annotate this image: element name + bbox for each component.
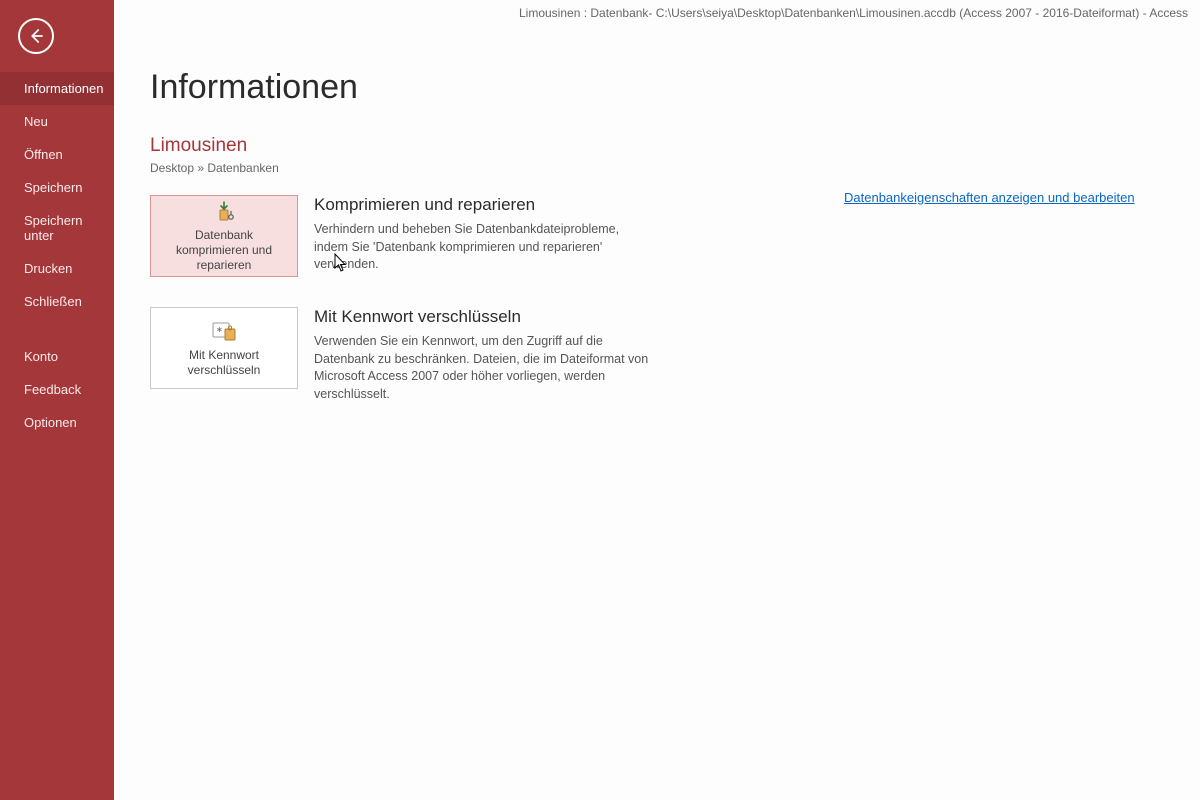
- sidebar-item-label: Drucken: [24, 261, 72, 276]
- sidebar-item-label: Feedback: [24, 382, 81, 397]
- back-arrow-icon: [27, 27, 45, 45]
- breadcrumb: Desktop » Datenbanken: [150, 161, 1200, 175]
- sidebar-item-label: Speichern: [24, 180, 83, 195]
- sidebar-item-konto[interactable]: Konto: [0, 340, 114, 373]
- page-title: Informationen: [150, 68, 1200, 107]
- backstage-sidebar: Informationen Neu Öffnen Speichern Speic…: [0, 0, 114, 800]
- compact-repair-button[interactable]: Datenbank komprimieren und reparieren: [150, 195, 298, 277]
- sidebar-item-oeffnen[interactable]: Öffnen: [0, 138, 114, 171]
- back-button[interactable]: [18, 18, 54, 54]
- sidebar-item-feedback[interactable]: Feedback: [0, 373, 114, 406]
- sidebar-item-label: Speichern unter: [24, 213, 83, 243]
- content: Informationen Limousinen Desktop » Daten…: [114, 20, 1200, 403]
- encrypt-description: Mit Kennwort verschlüsseln Verwenden Sie…: [314, 307, 654, 403]
- sidebar-item-schliessen[interactable]: Schließen: [0, 285, 114, 318]
- sidebar-item-speichern-unter[interactable]: Speichern unter: [0, 204, 114, 252]
- section-body: Verwenden Sie ein Kennwort, um den Zugri…: [314, 333, 654, 403]
- section-title: Komprimieren und reparieren: [314, 195, 654, 215]
- sidebar-item-drucken[interactable]: Drucken: [0, 252, 114, 285]
- encrypt-password-icon: ∗: [210, 318, 238, 344]
- sidebar-item-label: Informationen: [24, 81, 104, 96]
- sidebar-item-label: Neu: [24, 114, 48, 129]
- sidebar-item-neu[interactable]: Neu: [0, 105, 114, 138]
- sidebar-item-label: Öffnen: [24, 147, 63, 162]
- main-pane: Limousinen : Datenbank- C:\Users\seiya\D…: [114, 0, 1200, 800]
- info-section-encrypt: ∗ Mit Kennwort verschlüsseln Mit Kennwor…: [150, 307, 1200, 403]
- app-root: Informationen Neu Öffnen Speichern Speic…: [0, 0, 1200, 800]
- view-db-properties-link[interactable]: Datenbankeigenschaften anzeigen und bear…: [844, 190, 1135, 205]
- section-title: Mit Kennwort verschlüsseln: [314, 307, 654, 327]
- section-body: Verhindern und beheben Sie Datenbankdate…: [314, 221, 654, 274]
- window-title: Limousinen : Datenbank- C:\Users\seiya\D…: [114, 0, 1200, 20]
- encrypt-password-button[interactable]: ∗ Mit Kennwort verschlüsseln: [150, 307, 298, 389]
- sidebar-item-label: Konto: [24, 349, 58, 364]
- tile-label: Datenbank komprimieren und reparieren: [157, 228, 291, 273]
- sidebar-item-optionen[interactable]: Optionen: [0, 406, 114, 439]
- sidebar-item-informationen[interactable]: Informationen: [0, 72, 114, 105]
- compact-repair-icon: [211, 200, 237, 224]
- svg-text:∗: ∗: [216, 325, 223, 334]
- database-name: Limousinen: [150, 135, 1200, 157]
- sidebar-item-label: Optionen: [24, 415, 77, 430]
- info-section-compact-repair: Datenbank komprimieren und reparieren Ko…: [150, 195, 1200, 277]
- sidebar-divider: [0, 318, 114, 340]
- compact-repair-description: Komprimieren und reparieren Verhindern u…: [314, 195, 654, 274]
- tile-label: Mit Kennwort verschlüsseln: [157, 348, 291, 378]
- sidebar-item-label: Schließen: [24, 294, 82, 309]
- sidebar-item-speichern[interactable]: Speichern: [0, 171, 114, 204]
